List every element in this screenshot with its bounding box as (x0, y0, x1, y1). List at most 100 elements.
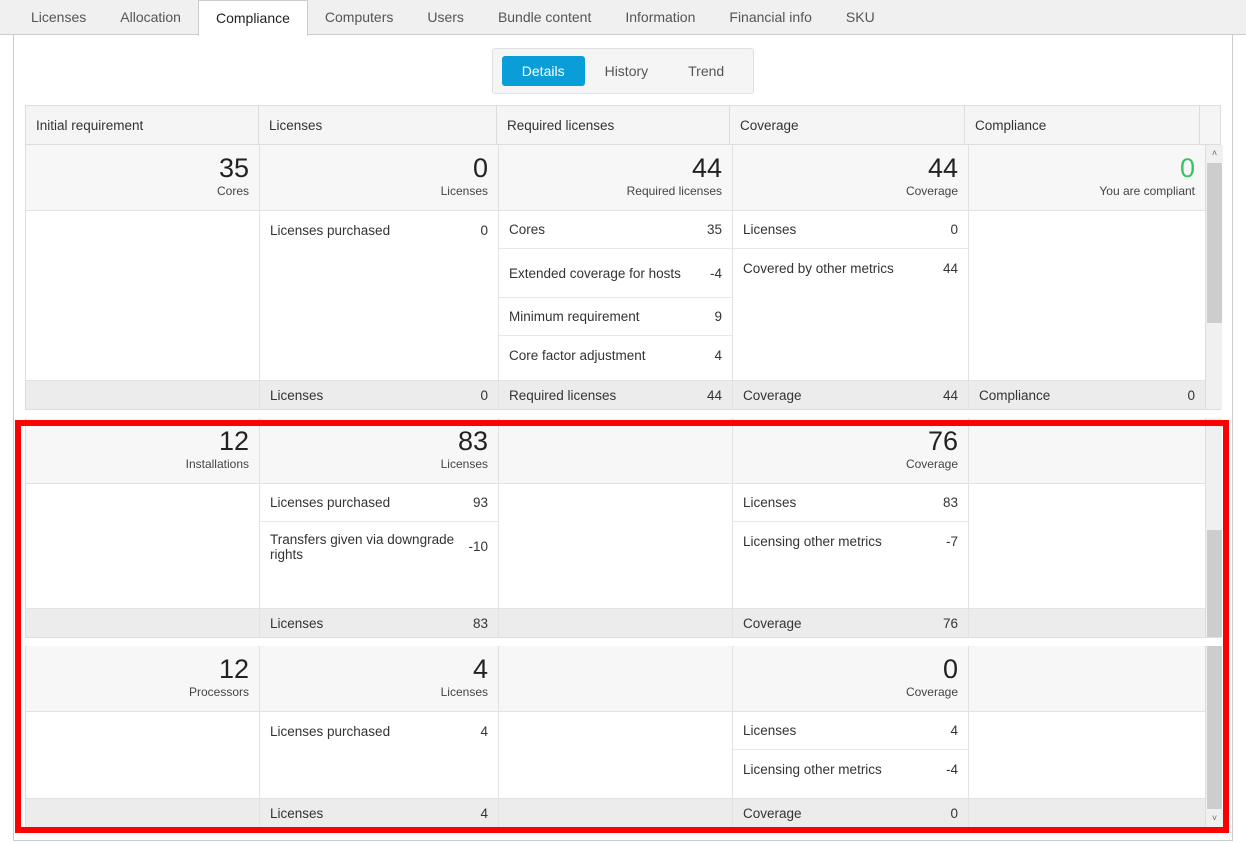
total-label: Licenses (270, 387, 324, 403)
detail-row: Transfers given via downgrade rights -10 (260, 522, 498, 571)
detail-row: Minimum requirement 9 (499, 298, 732, 336)
detail-label: Licensing other metrics (743, 761, 882, 777)
detail-row: Licenses purchased 93 (260, 484, 498, 522)
summary-caption: Cores (216, 184, 249, 198)
summary-cell: 4 Licenses (260, 646, 499, 711)
column-header-coverage: Coverage (730, 106, 966, 144)
tab-compliance[interactable]: Compliance (197, 0, 308, 36)
summary-caption: Processors (188, 685, 249, 699)
detail-row: Core factor adjustment 4 (499, 336, 732, 374)
detail-value: -4 (945, 761, 958, 777)
total-cell: Compliance 0 (969, 381, 1205, 409)
total-cell (969, 609, 1205, 637)
subtab-bar: Details History Trend (491, 48, 755, 94)
summary-caption: Coverage (905, 184, 958, 198)
subtab-history[interactable]: History (585, 56, 669, 86)
scrollbar-thumb[interactable] (1207, 646, 1222, 809)
detail-column (969, 712, 1205, 798)
detail-column (26, 484, 260, 608)
total-label: Coverage (743, 387, 802, 403)
total-cell: Coverage 0 (733, 799, 969, 827)
total-cell: Coverage 76 (733, 609, 969, 637)
total-value: 0 (480, 387, 488, 403)
total-label: Required licenses (509, 387, 617, 403)
scrollbar-thumb[interactable] (1207, 530, 1222, 637)
block-scrollbar[interactable] (1205, 418, 1222, 637)
detail-row: Licenses 0 (733, 211, 968, 249)
subtab-trend[interactable]: Trend (668, 56, 744, 86)
total-value: 76 (942, 615, 958, 631)
detail-row: Licensing other metrics -4 (733, 750, 968, 788)
total-value: 44 (706, 387, 722, 403)
detail-value: -10 (468, 539, 488, 554)
block-scrollbar[interactable]: ˅ (1205, 646, 1223, 827)
block-scrollbar[interactable]: ˄ (1205, 145, 1223, 409)
detail-column: Licenses 0 Covered by other metrics 44 (733, 211, 969, 380)
tab-information[interactable]: Information (608, 0, 712, 35)
detail-column (969, 484, 1205, 608)
total-value: 44 (942, 387, 958, 403)
total-value: 83 (472, 615, 488, 631)
tab-sku[interactable]: SKU (829, 0, 892, 35)
subtab-details[interactable]: Details (501, 56, 585, 86)
scrollbar-thumb[interactable] (1207, 163, 1222, 323)
detail-row: Licenses 4 (733, 712, 968, 750)
scrollbar-up-arrow-icon[interactable]: ˄ (1206, 145, 1223, 162)
block-totals-row: Licenses 0 Required licenses 44 Coverage 44 Co… (26, 380, 1205, 409)
detail-column: Cores 35 Extended coverage for hosts -4 Mini… (499, 211, 733, 380)
detail-value: 35 (706, 222, 722, 237)
total-cell: Coverage 44 (733, 381, 969, 409)
header-scrollbar-gutter (1200, 106, 1221, 144)
detail-label: Licenses purchased (270, 222, 391, 238)
detail-row: Extended coverage for hosts -4 (499, 249, 732, 298)
grid-header-row: Initial requirement Licenses Required lice… (25, 105, 1221, 145)
summary-caption: Coverage (905, 685, 958, 699)
processors-block: 12 Processors 4 Licenses 0 Coverage Licenses p… (25, 646, 1223, 828)
summary-cell: 0 Licenses (260, 145, 499, 210)
detail-row: Licenses purchased 4 (260, 712, 498, 750)
tab-users[interactable]: Users (410, 0, 481, 35)
detail-column: Licenses purchased 93 Transfers given via … (260, 484, 499, 608)
grid-body: 35 Cores 0 Licenses 44 Required licenses 44 Cov… (25, 145, 1223, 828)
detail-label: Licenses (743, 723, 797, 738)
total-label: Coverage (743, 615, 802, 631)
tab-allocation[interactable]: Allocation (103, 0, 198, 35)
total-cell: Required licenses 44 (499, 381, 733, 409)
tab-licenses[interactable]: Licenses (14, 0, 103, 35)
summary-cell: 12 Installations (26, 418, 260, 483)
tab-computers[interactable]: Computers (308, 0, 410, 35)
summary-caption: You are compliant (1099, 184, 1195, 198)
block-summary-row: 12 Processors 4 Licenses 0 Coverage (26, 646, 1205, 712)
column-header-compliance: Compliance (965, 106, 1201, 144)
column-header-required-licenses: Required licenses (497, 106, 731, 144)
summary-value: 0 (942, 654, 958, 684)
summary-value: 35 (218, 153, 249, 183)
compliance-page: Licenses Allocation Compliance Computers Use… (0, 0, 1246, 843)
summary-cell: 44 Required licenses (499, 145, 733, 210)
scrollbar-down-arrow-icon[interactable]: ˅ (1206, 810, 1223, 827)
summary-value: 4 (472, 654, 488, 684)
detail-label: Core factor adjustment (509, 347, 646, 363)
summary-cell (969, 418, 1205, 483)
summary-cell: 0 You are compliant (969, 145, 1205, 210)
total-label: Compliance (979, 387, 1051, 403)
tab-financial-info[interactable]: Financial info (712, 0, 829, 35)
summary-cell: 35 Cores (26, 145, 260, 210)
cores-block: 35 Cores 0 Licenses 44 Required licenses 44 Cov… (25, 145, 1223, 410)
detail-row: Licenses purchased 0 (260, 211, 498, 249)
detail-value: 4 (950, 723, 958, 738)
tab-bundle-content[interactable]: Bundle content (481, 0, 608, 35)
total-cell: Licenses 4 (260, 799, 499, 827)
total-value: 0 (1187, 387, 1195, 403)
detail-value: 4 (714, 347, 722, 363)
detail-column (499, 712, 733, 798)
block-detail-region: Licenses purchased 4 Licenses 4 Licensing ot… (26, 712, 1205, 798)
summary-cell: 83 Licenses (260, 418, 499, 483)
main-tab-strip: Licenses Allocation Compliance Computers Use… (0, 0, 1246, 36)
total-cell (969, 799, 1205, 827)
summary-value: 12 (218, 426, 249, 456)
detail-label: Transfers given via downgrade rights (270, 531, 455, 562)
detail-label: Minimum requirement (509, 309, 640, 324)
total-label: Licenses (270, 805, 324, 821)
summary-cell: 12 Processors (26, 646, 260, 711)
